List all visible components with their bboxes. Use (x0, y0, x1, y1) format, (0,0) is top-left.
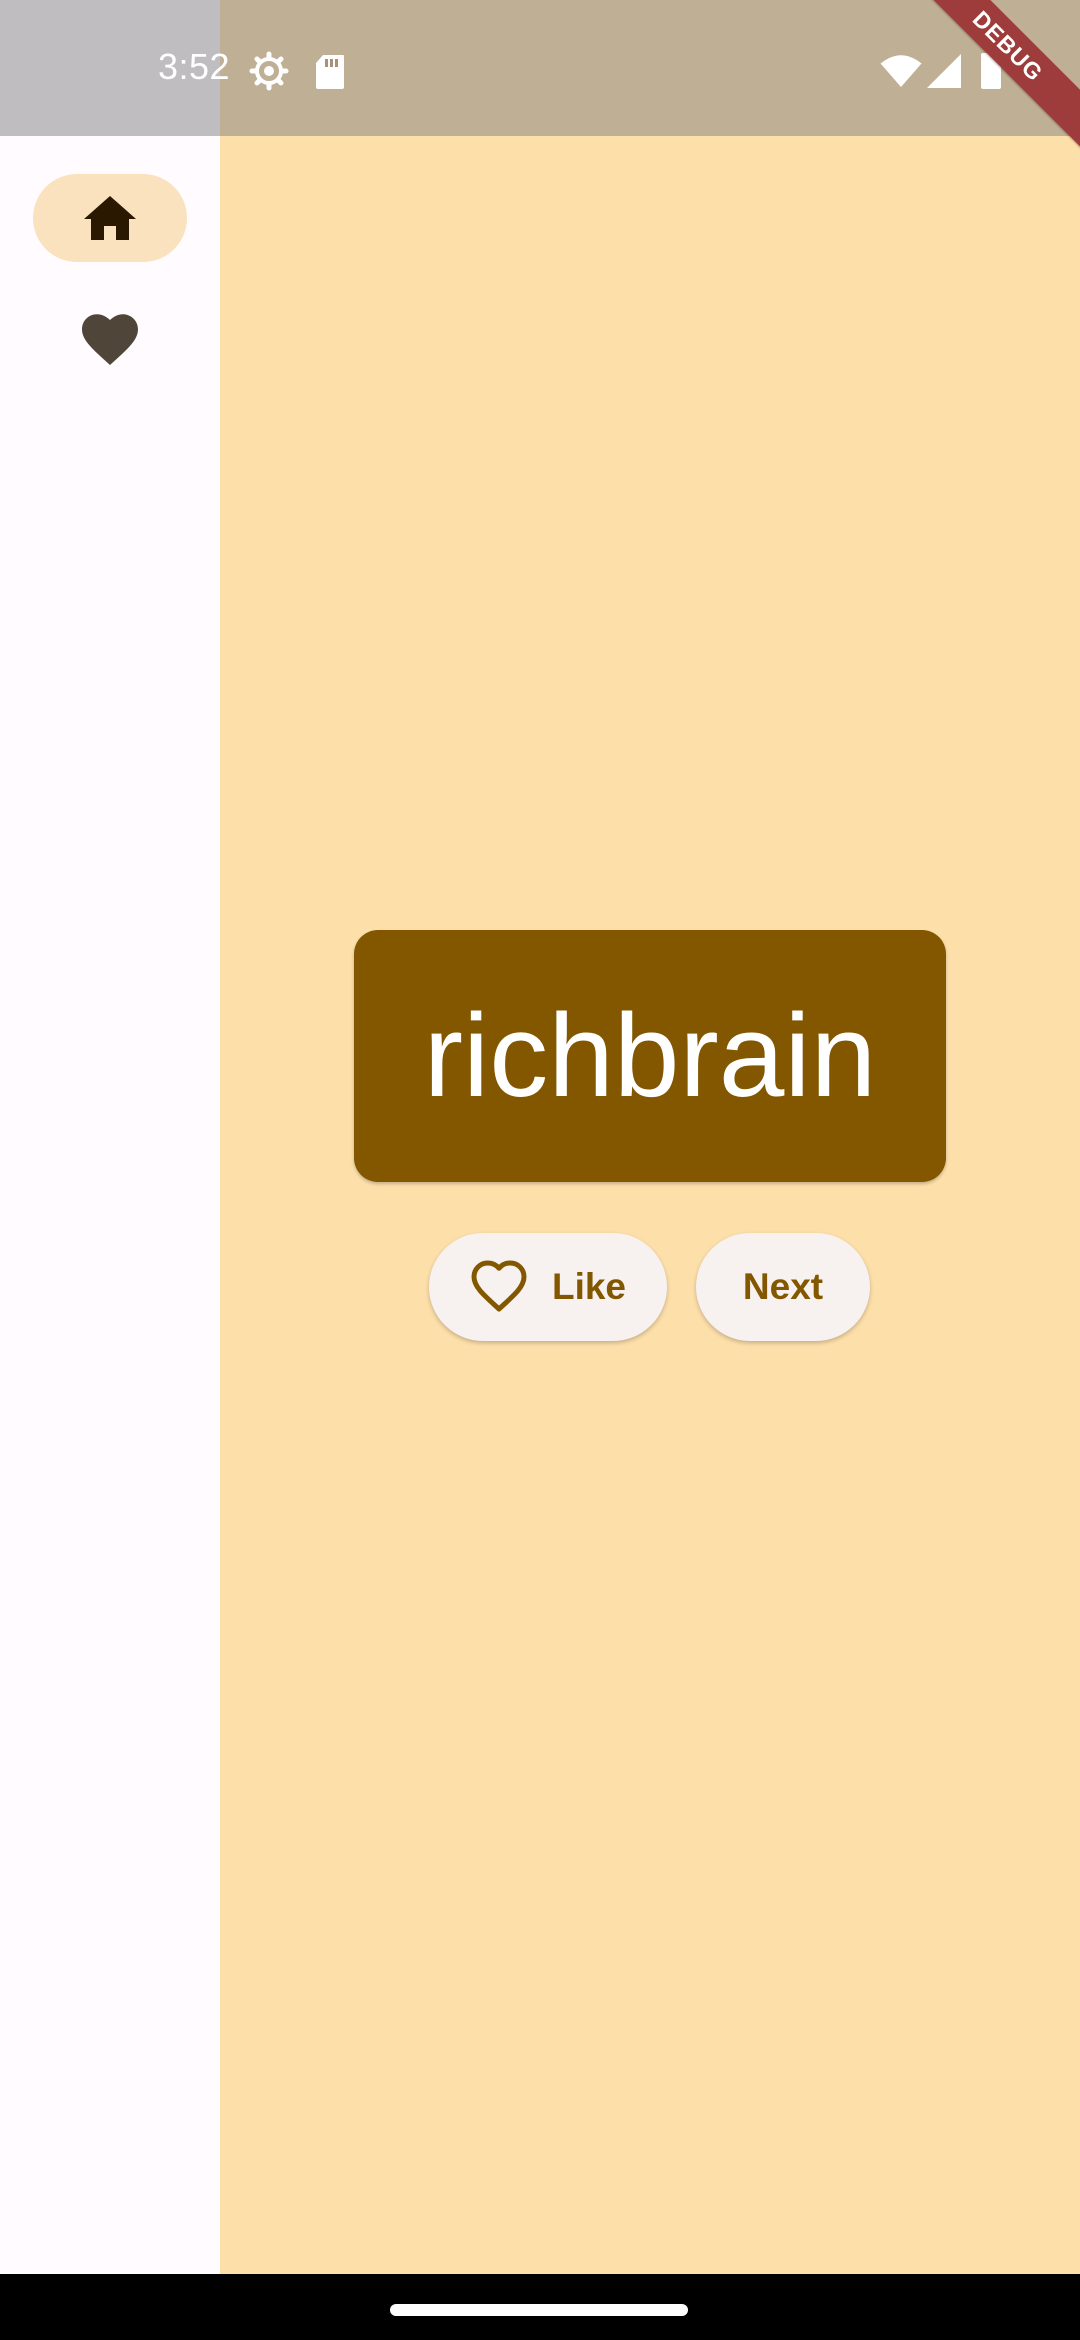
like-button[interactable]: Like (429, 1233, 667, 1341)
home-icon (84, 196, 136, 240)
home-gesture-handle[interactable] (390, 2304, 688, 2316)
wifi-icon (880, 55, 922, 87)
nav-item-home[interactable] (33, 174, 187, 262)
heart-icon (82, 314, 138, 365)
navigation-rail (0, 0, 220, 2274)
settings-icon (249, 51, 289, 91)
sd-card-icon (316, 55, 344, 89)
cellular-signal-icon (927, 54, 961, 88)
like-button-label: Like (551, 1266, 627, 1307)
next-button[interactable]: Next (696, 1233, 870, 1341)
status-bar: 3:52 (0, 0, 1080, 136)
word-pair-text: richbrain (423, 990, 877, 1122)
nav-item-favorites[interactable] (55, 296, 165, 384)
heart-outline-icon (470, 1260, 528, 1314)
next-button-label: Next (742, 1266, 824, 1307)
word-pair-card: richbrain (354, 930, 946, 1182)
status-time: 3:52 (158, 46, 231, 87)
gesture-navigation-bar (0, 2274, 1080, 2340)
